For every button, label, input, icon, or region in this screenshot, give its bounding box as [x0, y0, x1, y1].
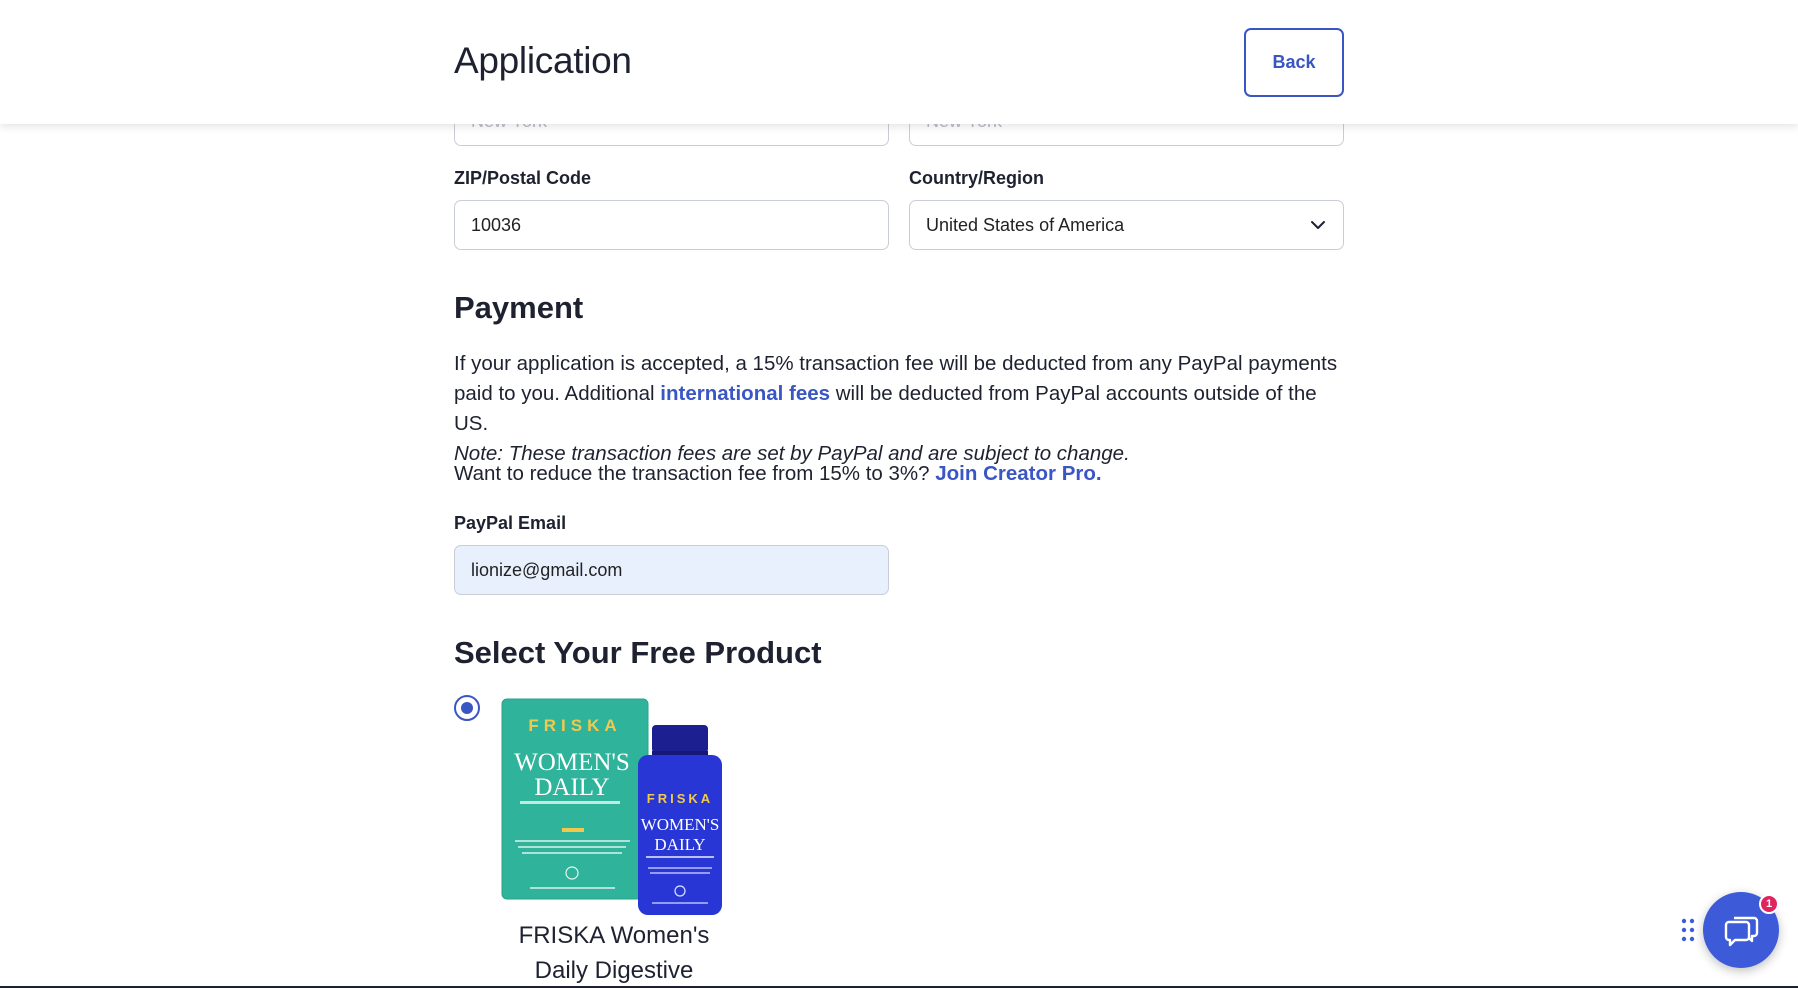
box-line2-text: DAILY — [534, 774, 609, 801]
product-radio[interactable] — [454, 695, 480, 721]
country-select[interactable]: United States of America — [909, 200, 1344, 250]
reduce-fee-text: Want to reduce the transaction fee from … — [454, 462, 936, 485]
box-line1-text: WOMEN'S — [514, 749, 630, 776]
paypal-email-value: lionize@gmail.com — [471, 559, 623, 580]
payment-fee-paragraph: If your application is accepted, a 15% t… — [454, 349, 1354, 469]
page-title: Application — [454, 40, 632, 81]
paypal-email-label: PayPal Email — [454, 513, 567, 533]
international-fees-link[interactable]: international fees — [660, 382, 830, 405]
zip-input[interactable]: 10036 — [454, 200, 889, 250]
page-header: Application Back — [0, 0, 1798, 124]
country-select-value: United States of America — [926, 214, 1125, 235]
country-label: Country/Region — [909, 168, 1044, 188]
product-name: FRISKA Women's Daily Digestive — [490, 918, 738, 988]
back-button[interactable]: Back — [1244, 28, 1344, 97]
join-creator-pro-link[interactable]: Join Creator Pro. — [935, 462, 1101, 485]
chat-notification-badge: 1 — [1759, 894, 1779, 914]
application-form: New York New York ZIP/Postal Code 10036 … — [0, 0, 1798, 988]
chevron-down-icon — [1311, 221, 1325, 229]
bottle-line1-text: WOMEN'S — [641, 815, 720, 834]
bottle-brand-text: FRISKA — [647, 791, 713, 806]
box-brand-text: FRISKA — [528, 716, 621, 735]
product-radio-selected-dot — [461, 702, 473, 714]
select-product-heading: Select Your Free Product — [454, 635, 822, 670]
creator-pro-paragraph: Want to reduce the transaction fee from … — [454, 459, 1354, 489]
payment-heading: Payment — [454, 290, 584, 325]
zip-input-value: 10036 — [471, 214, 522, 235]
product-name-line2: Daily Digestive — [534, 957, 694, 984]
product-name-line1: FRISKA Women's — [518, 922, 710, 949]
drag-handle-icon[interactable] — [1680, 917, 1696, 943]
page: Application Back New York New York ZIP/P… — [0, 0, 1798, 988]
zip-label: ZIP/Postal Code — [454, 168, 592, 188]
paypal-email-input[interactable]: lionize@gmail.com — [454, 545, 889, 595]
chat-bubbles-icon — [1724, 916, 1759, 947]
product-image[interactable]: FRISKA WOMEN'S DAILY FRISKA WOMEN'S DAIL… — [500, 695, 732, 917]
bottle-line2-text: DAILY — [654, 835, 705, 854]
